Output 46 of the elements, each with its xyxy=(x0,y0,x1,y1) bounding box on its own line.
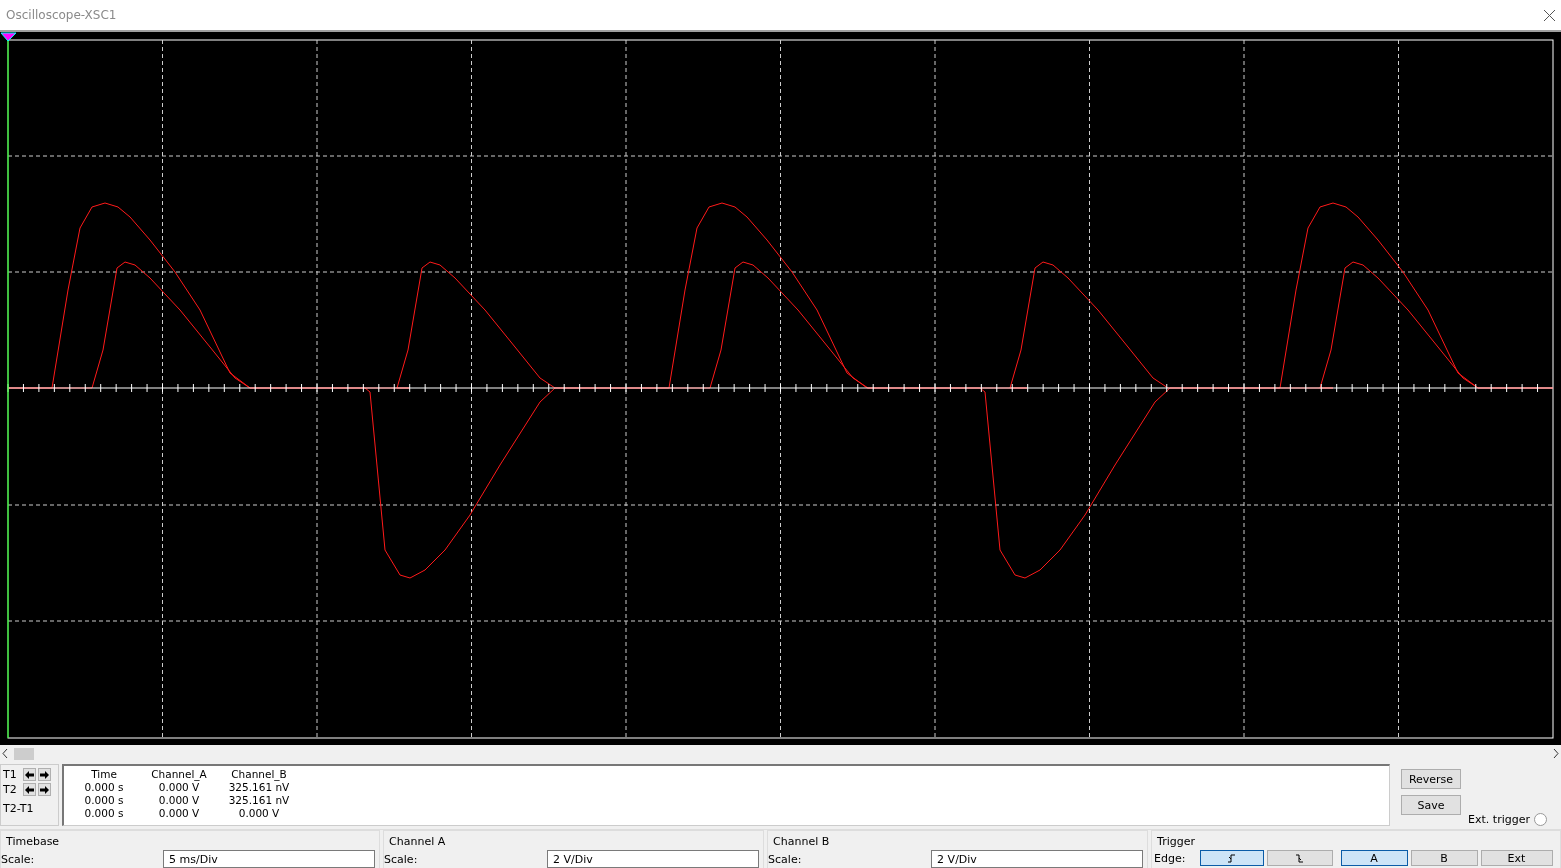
field-label: Scale: xyxy=(1,852,35,866)
scrollbar-thumb[interactable] xyxy=(14,747,34,760)
table-cell-text: 0.000 V xyxy=(237,807,281,820)
column-header: Channel_B xyxy=(230,768,288,781)
table-cell-text: 0.000 V xyxy=(157,781,201,794)
window-title: Oscilloscope-XSC1 xyxy=(6,8,117,22)
panel-title: Timebase xyxy=(6,835,61,848)
column-header: Time xyxy=(90,768,118,781)
panel-title: Channel A xyxy=(389,835,447,848)
action-button[interactable]: Save xyxy=(1401,795,1461,815)
input-field[interactable]: 2 V/Div xyxy=(547,850,760,868)
radio-button[interactable] xyxy=(1534,813,1547,826)
table-cell-text: 0.000 V xyxy=(157,794,201,807)
field-label: Scale: xyxy=(384,852,418,866)
table-cell-text: 0.000 s xyxy=(83,794,125,807)
move-right-button[interactable] xyxy=(38,768,52,781)
input-field[interactable]: 5 ms/Div xyxy=(163,850,376,868)
move-left-button[interactable] xyxy=(23,768,37,781)
source-button[interactable]: A xyxy=(1340,850,1408,866)
falling-edge-icon xyxy=(1295,853,1304,863)
cursor-label: T1 xyxy=(3,768,18,783)
field-label: Edge: xyxy=(1154,851,1186,865)
move-left-button[interactable] xyxy=(23,783,37,796)
cursor-marker[interactable] xyxy=(0,32,17,739)
move-right-button[interactable] xyxy=(38,783,52,796)
rising-edge-icon xyxy=(1227,853,1236,863)
panel-title: Trigger xyxy=(1157,835,1197,848)
cursor-label: T2 xyxy=(3,783,18,798)
table-cell-text: 0.000 s xyxy=(83,807,125,820)
source-button[interactable]: B xyxy=(1410,850,1478,866)
cursor-label: T2-T1 xyxy=(3,802,35,817)
table-cell-text: 0.000 s xyxy=(83,781,125,794)
column-header: Channel_A xyxy=(150,768,208,781)
edge-button[interactable] xyxy=(1199,850,1264,866)
radio-label: Ext. trigger xyxy=(1468,813,1530,826)
field-label: Scale: xyxy=(768,852,802,866)
table-cell-text: 325.161 nV xyxy=(227,781,291,794)
horizontal-scrollbar[interactable] xyxy=(0,745,1561,762)
source-button[interactable]: Ext xyxy=(1480,850,1553,866)
action-button[interactable]: Reverse xyxy=(1401,769,1461,789)
panel-title: Channel B xyxy=(773,835,831,848)
input-field[interactable]: 2 V/Div xyxy=(931,850,1144,868)
edge-button[interactable] xyxy=(1266,850,1333,866)
table-cell-text: 0.000 V xyxy=(157,807,201,820)
close-icon[interactable] xyxy=(1544,9,1555,21)
table-cell-text: 325.161 nV xyxy=(227,794,291,807)
